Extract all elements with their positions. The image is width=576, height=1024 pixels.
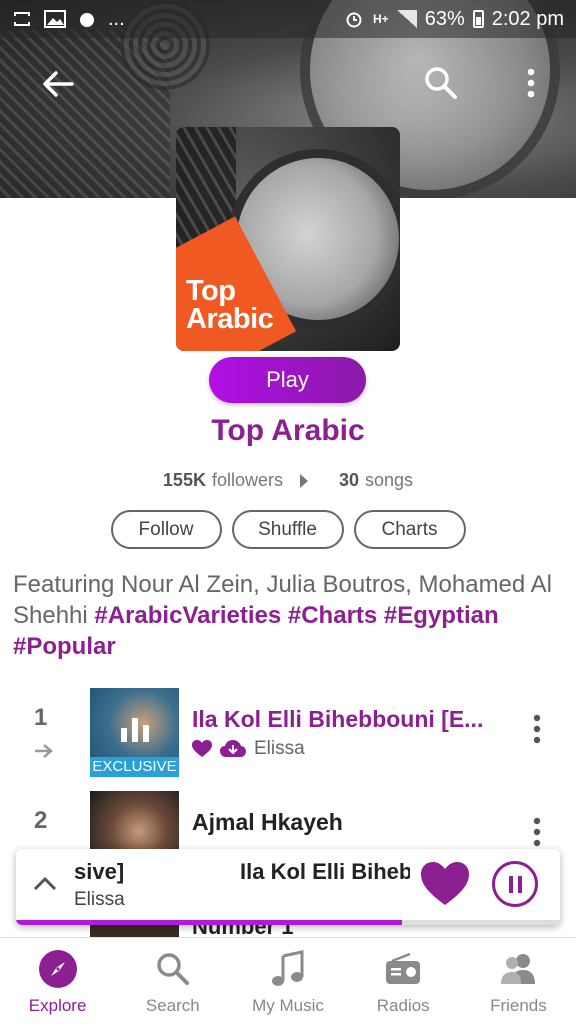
track-artist: Elissa xyxy=(254,738,305,759)
music-note-icon xyxy=(272,950,304,986)
playback-progress[interactable] xyxy=(16,920,560,925)
compass-icon xyxy=(38,950,77,988)
nav-my-music[interactable]: My Music xyxy=(230,938,345,1024)
nav-explore[interactable]: Explore xyxy=(0,938,115,1024)
track-rank: 1 xyxy=(34,704,48,731)
pause-button[interactable] xyxy=(492,861,538,907)
back-arrow-icon[interactable] xyxy=(38,64,78,104)
status-bar: ... H+ 63% 2:02 pm xyxy=(0,0,576,38)
nav-label: Radios xyxy=(376,996,430,1015)
hashtag[interactable]: #Egyptian xyxy=(384,602,499,629)
exclusive-badge: EXCLUSIVE xyxy=(90,757,179,777)
signal-icon xyxy=(396,10,417,28)
track-meta: Elissa xyxy=(192,738,305,760)
chevron-right-icon[interactable] xyxy=(297,471,311,491)
playlist-title: Top Arabic xyxy=(211,414,365,447)
track-title: Ajmal Hkayeh xyxy=(192,809,343,835)
track-menu-icon[interactable] xyxy=(526,712,548,746)
track-artwork: EXCLUSIVE xyxy=(90,688,179,777)
followers-count: 155K xyxy=(162,470,206,490)
hashtag[interactable]: #Charts xyxy=(288,602,377,629)
track-menu-icon[interactable] xyxy=(526,815,548,849)
playlist-description: Featuring Nour Al Zein, Julia Boutros, M… xyxy=(13,569,563,662)
now-playing-icon xyxy=(121,718,149,742)
nav-label: Search xyxy=(145,996,200,1015)
more-notifications: ... xyxy=(108,7,125,30)
shuffle-button[interactable]: Shuffle xyxy=(231,510,344,549)
bottom-navigation: Explore Search My Music Radios Friends xyxy=(0,937,576,1024)
mini-player[interactable]: sive] Ila Kol Elli Bihebbouni Elissa xyxy=(16,849,560,925)
follow-button[interactable]: Follow xyxy=(110,510,222,549)
track-title: Number 1 xyxy=(192,925,293,937)
followers-label[interactable]: followers xyxy=(212,470,283,491)
trend-steady-icon xyxy=(35,744,53,758)
chevron-up-icon[interactable] xyxy=(32,873,58,895)
nav-label: My Music xyxy=(252,996,324,1015)
more-options-icon[interactable] xyxy=(516,62,546,104)
battery-icon xyxy=(472,10,484,28)
play-button[interactable]: Play xyxy=(209,357,366,403)
top-navigation xyxy=(0,56,576,108)
liked-heart-icon xyxy=(192,740,212,757)
search-icon xyxy=(157,953,189,985)
clock: 2:02 pm xyxy=(491,7,564,30)
downloaded-icon xyxy=(220,740,246,757)
image-icon xyxy=(44,10,66,28)
songs-label: songs xyxy=(365,470,414,490)
playlist-stats: 155K followers 30 songs xyxy=(0,470,576,491)
charts-button[interactable]: Charts xyxy=(353,510,466,549)
track-row[interactable]: 1 EXCLUSIVE Ila Kol Elli Bihebbouni [E..… xyxy=(0,688,576,780)
songs-count: 30 xyxy=(338,470,360,490)
now-playing-artist: Elissa xyxy=(74,889,125,910)
now-playing-title: Ila Kol Elli Bihebbouni xyxy=(240,859,410,884)
alarm-icon xyxy=(346,12,362,28)
hashtag[interactable]: #Popular xyxy=(13,633,116,660)
track-title: Ila Kol Elli Bihebbouni [E... xyxy=(192,706,484,732)
track-row-peek: Number 1 xyxy=(0,925,576,937)
nav-search[interactable]: Search xyxy=(115,938,230,1024)
hashtag[interactable]: #ArabicVarieties xyxy=(94,602,281,629)
track-rank: 2 xyxy=(34,807,48,834)
nav-label: Explore xyxy=(28,996,87,1015)
sync-icon xyxy=(14,12,30,26)
nav-friends[interactable]: Friends xyxy=(461,938,576,1024)
playlist-cover: Top Arabic xyxy=(176,127,400,351)
nav-radios[interactable]: Radios xyxy=(346,938,461,1024)
battery-percent: 63% xyxy=(424,7,465,30)
search-icon[interactable] xyxy=(420,62,462,104)
music-app-icon xyxy=(80,13,94,27)
network-type: H+ xyxy=(373,12,389,26)
now-playing-title-scroll: sive] xyxy=(74,859,125,884)
heart-icon[interactable] xyxy=(420,861,470,907)
radio-icon xyxy=(386,952,421,984)
nav-label: Friends xyxy=(490,996,547,1015)
playlist-actions: Follow Shuffle Charts xyxy=(0,510,576,549)
friends-icon xyxy=(501,954,536,984)
cover-title: Top Arabic xyxy=(186,275,274,335)
